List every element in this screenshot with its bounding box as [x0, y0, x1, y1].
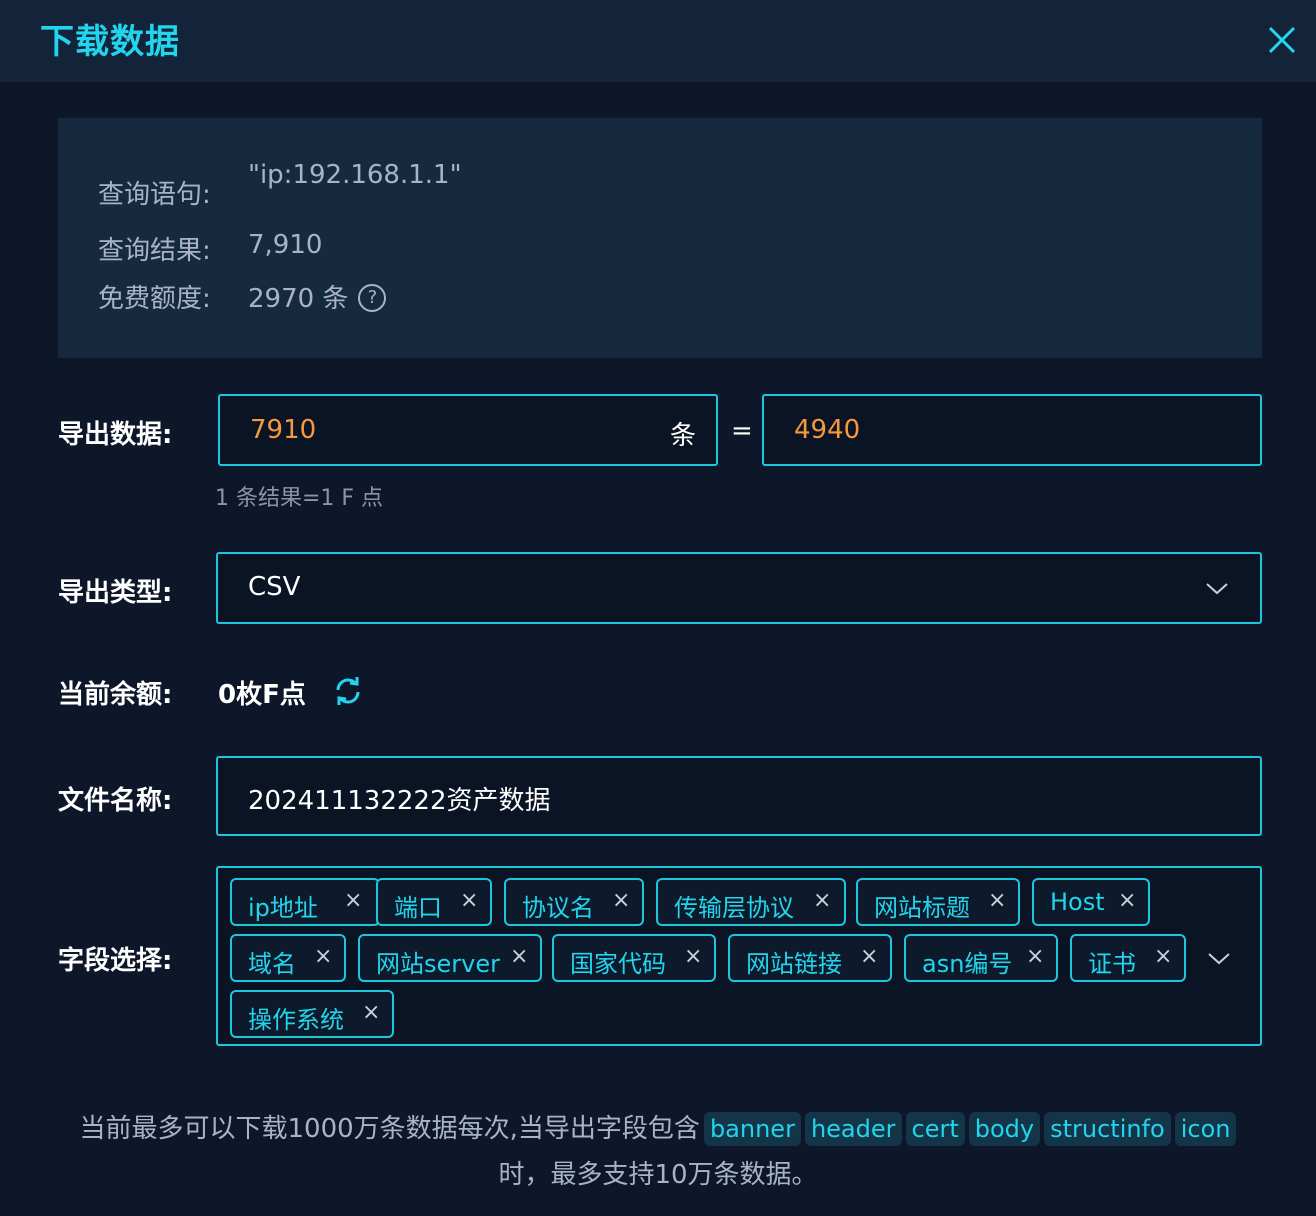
field-tag-label: 端口 [394, 894, 442, 922]
chevron-down-icon[interactable] [1206, 948, 1232, 968]
field-tag-label: 国家代码 [570, 950, 666, 978]
quota-value-wrap: 2970 条? [248, 278, 387, 315]
field-tag-label: 网站标题 [874, 894, 970, 922]
field-tag: 网站标题 × [856, 878, 1020, 926]
remove-tag-icon[interactable]: × [314, 944, 332, 969]
field-tag-label: asn编号 [922, 950, 1013, 978]
footer-note-line2: 时，最多支持10万条数据。 [498, 1160, 818, 1190]
field-tag: 网站server × [358, 934, 542, 982]
field-tag: 协议名 × [504, 878, 644, 926]
dialog-title: 下载数据 [40, 22, 180, 62]
equals-sign: = [731, 416, 753, 446]
remove-tag-icon[interactable]: × [612, 888, 630, 913]
export-count-value: 7910 [250, 415, 317, 445]
balance-label: 当前余额: [58, 680, 173, 710]
result-value: 7,910 [248, 230, 323, 260]
result-label: 查询结果: [98, 236, 211, 266]
remove-tag-icon[interactable]: × [988, 888, 1006, 913]
file-name-value: 202411132222资产数据 [248, 786, 551, 816]
remove-tag-icon[interactable]: × [460, 888, 478, 913]
file-name-label: 文件名称: [58, 786, 173, 816]
keyword-badge: header [804, 1112, 902, 1146]
field-tag-label: 网站链接 [746, 950, 842, 978]
field-tag-label: 网站server [376, 950, 500, 978]
field-tag: 端口 × [376, 878, 492, 926]
field-tag: 网站链接 × [728, 934, 892, 982]
quota-value: 2970 条 [248, 284, 349, 314]
remove-tag-icon[interactable]: × [813, 888, 831, 913]
keyword-badge: body [968, 1112, 1041, 1146]
export-type-select[interactable]: CSV [216, 552, 1262, 624]
field-tag: 证书 × [1070, 934, 1186, 982]
refresh-icon[interactable] [332, 675, 364, 707]
remove-tag-icon[interactable]: × [1118, 888, 1136, 913]
field-tag: 操作系统 × [230, 990, 394, 1038]
field-tag: 国家代码 × [552, 934, 716, 982]
remove-tag-icon[interactable]: × [684, 944, 702, 969]
close-button[interactable] [1262, 20, 1302, 60]
field-tag: ip地址 × [230, 878, 380, 926]
field-tag-label: 证书 [1088, 950, 1136, 978]
field-tag-label: 操作系统 [248, 1006, 344, 1034]
keyword-badge: cert [905, 1112, 965, 1146]
help-icon[interactable]: ? [358, 283, 387, 312]
keyword-badge: icon [1174, 1112, 1237, 1146]
field-tag-label: 传输层协议 [674, 894, 794, 922]
export-count-input[interactable]: 7910 条 [218, 394, 718, 466]
field-tag-label: 域名 [248, 950, 296, 978]
keyword-badge: banner [703, 1112, 801, 1146]
export-count-unit: 条 [670, 421, 697, 451]
fields-label: 字段选择: [58, 946, 173, 976]
points-cost-field[interactable]: 4940 [762, 394, 1262, 466]
quota-label: 免费额度: [98, 284, 211, 314]
export-type-label: 导出类型: [58, 578, 173, 608]
remove-tag-icon[interactable]: × [344, 888, 362, 913]
field-tag-label: Host [1050, 888, 1105, 916]
query-label: 查询语句: [98, 180, 211, 210]
field-tag-label: 协议名 [522, 894, 594, 922]
balance-value: 0枚F点 [218, 680, 306, 710]
remove-tag-icon[interactable]: × [510, 944, 528, 969]
field-tag: asn编号 × [904, 934, 1058, 982]
export-count-label: 导出数据: [58, 420, 173, 450]
chevron-down-icon [1206, 583, 1228, 595]
footer-note-line1: 当前最多可以下载1000万条数据每次,当导出字段包含 banner header ce… [0, 1108, 1316, 1146]
field-select[interactable]: ip地址 × 端口 × 协议名 × 传输层协议 × 网站标题 × Host × … [216, 866, 1262, 1046]
remove-tag-icon[interactable]: × [1154, 944, 1172, 969]
field-tag-label: ip地址 [248, 894, 318, 922]
query-value: "ip:192.168.1.1" [248, 160, 462, 190]
export-type-value: CSV [248, 572, 301, 602]
remove-tag-icon[interactable]: × [860, 944, 878, 969]
footer-note-text: 当前最多可以下载1000万条数据每次,当导出字段包含 [79, 1114, 700, 1144]
keyword-badge: structinfo [1044, 1112, 1171, 1146]
field-tag: 传输层协议 × [656, 878, 846, 926]
file-name-input[interactable]: 202411132222资产数据 [216, 756, 1262, 836]
points-cost-value: 4940 [794, 415, 861, 445]
remove-tag-icon[interactable]: × [1026, 944, 1044, 969]
query-info-panel: 查询语句: "ip:192.168.1.1" 查询结果: 7,910 免费额度:… [58, 118, 1262, 358]
remove-tag-icon[interactable]: × [362, 1000, 380, 1025]
dialog-header: 下载数据 [0, 0, 1316, 82]
conversion-hint: 1 条结果=1 F 点 [215, 486, 384, 511]
field-tag: 域名 × [230, 934, 346, 982]
field-tag: Host × [1032, 878, 1150, 926]
close-icon[interactable] [1262, 20, 1302, 60]
